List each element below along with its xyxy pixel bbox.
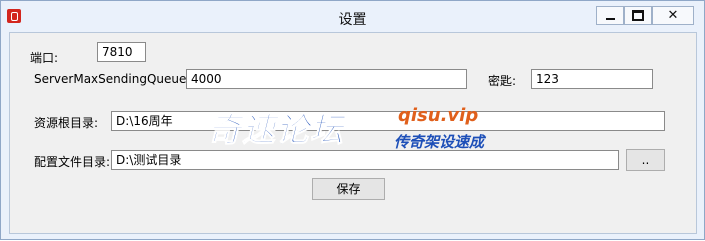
- config-dir-label: 配置文件目录:: [34, 155, 111, 169]
- queue-size-input[interactable]: 4000: [186, 69, 467, 89]
- close-button[interactable]: ✕: [652, 6, 694, 25]
- key-input[interactable]: 123: [531, 69, 653, 89]
- port-label: 端口:: [30, 51, 59, 65]
- maximize-icon: [632, 10, 644, 21]
- minimize-button[interactable]: [596, 6, 624, 25]
- save-button[interactable]: 保存: [312, 178, 385, 200]
- watermark-url: qisu.vip: [398, 105, 479, 126]
- browse-button[interactable]: ..: [626, 149, 665, 171]
- config-dir-input[interactable]: D:\测试目录: [111, 150, 619, 170]
- watermark-tagline: 传奇架设速成: [394, 133, 485, 151]
- minimize-icon: [605, 17, 615, 20]
- key-label: 密匙:: [488, 74, 517, 88]
- watermark-brand: 奇速论坛: [208, 110, 344, 150]
- queue-size-label: ServerMaxSendingQueueSize: [34, 72, 211, 86]
- watermark: 奇速论坛 qisu.vip 传奇架设速成: [208, 103, 508, 151]
- resource-root-label: 资源根目录:: [34, 116, 99, 130]
- close-icon: ✕: [667, 8, 679, 23]
- settings-dialog: 设置 ✕ 端口: 7810 ServerMaxSendingQueueSize …: [0, 0, 705, 240]
- title-bar[interactable]: 设置 ✕: [1, 1, 704, 31]
- maximize-button[interactable]: [624, 6, 652, 25]
- port-input[interactable]: 7810: [97, 42, 146, 62]
